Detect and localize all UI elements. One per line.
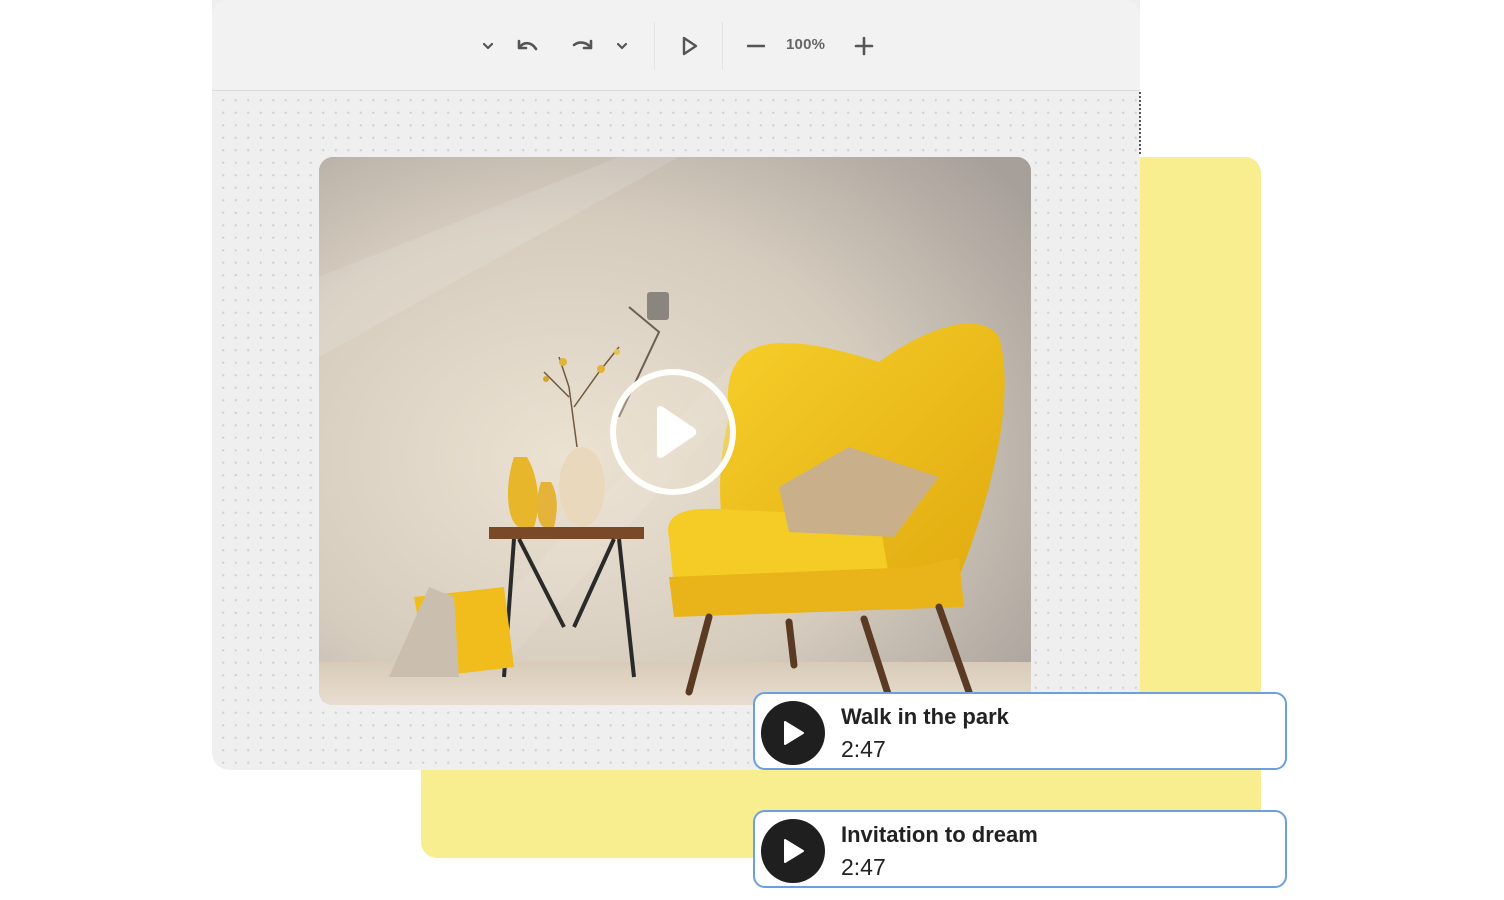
selection-edge (1139, 92, 1141, 154)
undo-icon (517, 39, 538, 51)
undo-button[interactable] (512, 30, 542, 62)
play-icon (784, 721, 804, 745)
track-title: Invitation to dream (841, 822, 1038, 847)
play-circle-icon (657, 406, 697, 458)
track-duration: 2:47 (841, 736, 886, 762)
plus-icon (854, 36, 874, 56)
toolbar: 100% (212, 0, 1140, 91)
track-play-button[interactable] (761, 819, 825, 883)
zoom-in-button[interactable] (852, 30, 876, 62)
chevron-down-icon (616, 42, 628, 50)
audio-track-card[interactable]: Invitation to dream 2:47 (753, 810, 1287, 888)
minus-icon (747, 44, 765, 48)
play-icon (784, 839, 804, 863)
audio-track-card[interactable]: Walk in the park 2:47 (753, 692, 1287, 770)
play-video-button[interactable] (610, 369, 736, 495)
track-title: Walk in the park (841, 704, 1009, 729)
redo-dropdown-button[interactable] (612, 30, 632, 62)
track-duration: 2:47 (841, 854, 886, 880)
redo-button[interactable] (568, 30, 598, 62)
preview-button[interactable] (676, 30, 704, 62)
zoom-level: 100% (786, 36, 826, 53)
toolbar-divider (722, 22, 723, 70)
track-play-button[interactable] (761, 701, 825, 765)
history-dropdown-button[interactable] (478, 30, 498, 62)
chevron-down-icon (482, 42, 494, 50)
toolbar-divider (654, 22, 655, 70)
zoom-out-button[interactable] (744, 30, 768, 62)
play-outline-icon (682, 36, 698, 56)
redo-icon (572, 39, 593, 50)
